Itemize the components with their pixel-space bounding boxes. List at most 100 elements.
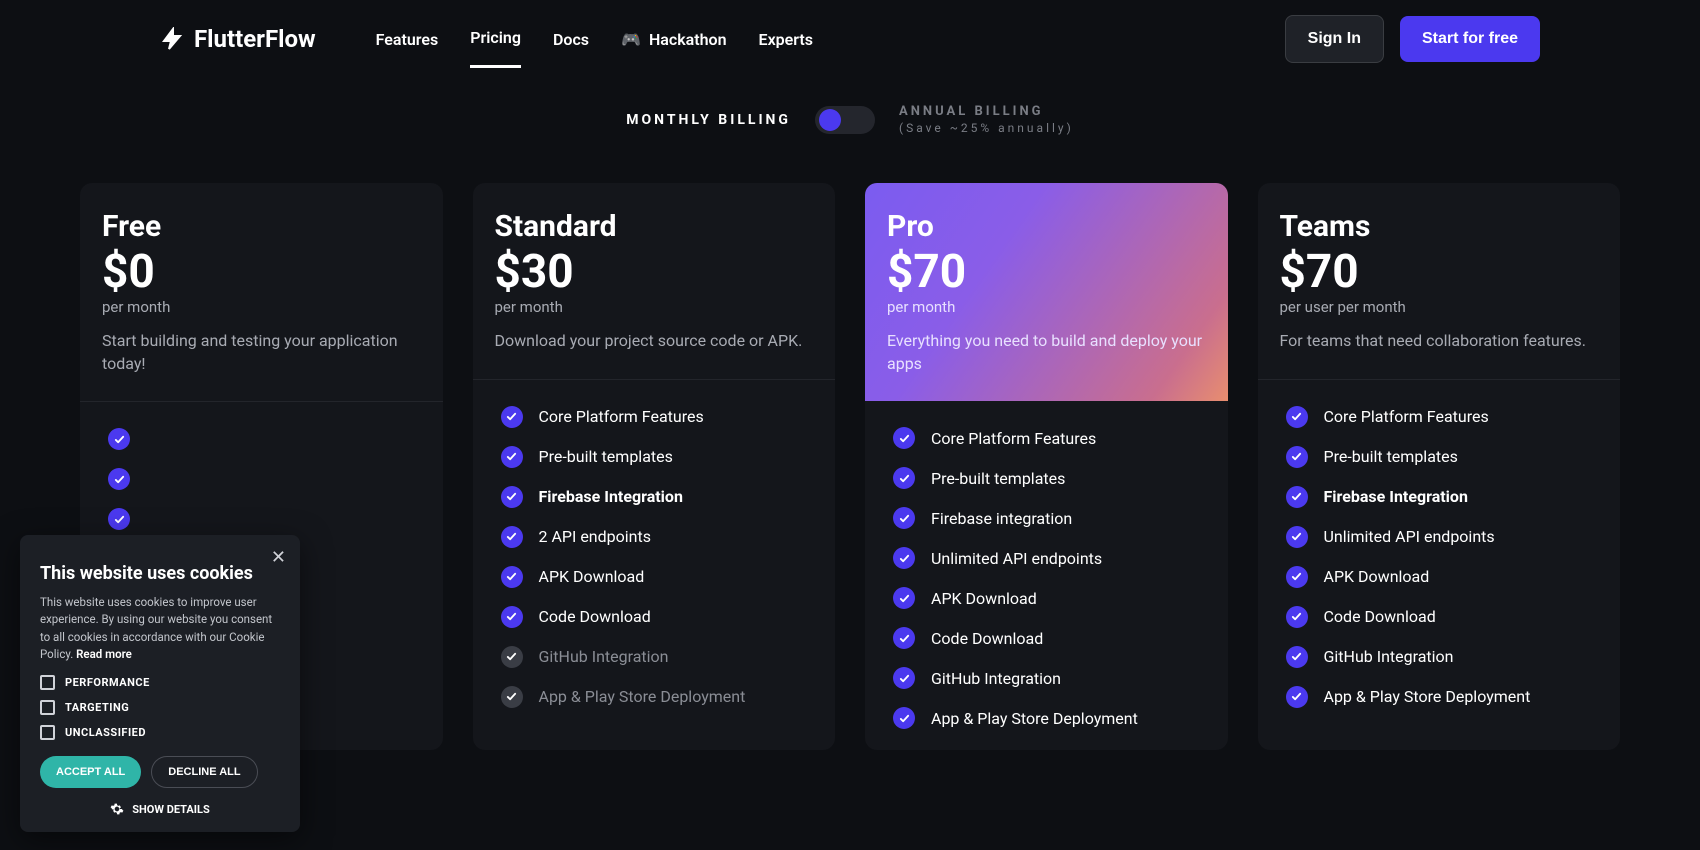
- feature-label: Core Platform Features: [1324, 407, 1489, 426]
- feature-item: Firebase integration: [893, 507, 1206, 529]
- checkbox-icon[interactable]: [40, 725, 55, 740]
- feature-label: Core Platform Features: [539, 407, 704, 426]
- check-icon: [893, 667, 915, 689]
- annual-billing-block: ANNUAL BILLING (Save ~25% annually): [899, 104, 1074, 135]
- brand-logo[interactable]: FlutterFlow: [160, 25, 316, 53]
- checkbox-icon[interactable]: [40, 675, 55, 690]
- nav-features[interactable]: Features: [376, 12, 439, 67]
- feature-item: App & Play Store Deployment: [893, 707, 1206, 729]
- plan-features: Core Platform FeaturesPre-built template…: [865, 401, 1228, 749]
- feature-item: Pre-built templates: [1286, 446, 1599, 468]
- check-icon: [501, 486, 523, 508]
- feature-label: Code Download: [1324, 607, 1436, 626]
- plan-name: Standard: [495, 209, 814, 244]
- cookie-title: This website uses cookies: [40, 563, 280, 584]
- check-icon: [893, 707, 915, 729]
- plan-description: Everything you need to build and deploy …: [887, 330, 1206, 375]
- check-icon: [501, 446, 523, 468]
- billing-toggle[interactable]: [815, 106, 875, 134]
- plan-price: $30: [495, 248, 814, 296]
- feature-item: APK Download: [1286, 566, 1599, 588]
- plan-teams: Teams$70per user per monthFor teams that…: [1258, 183, 1621, 750]
- show-details-label: SHOW DETAILS: [132, 803, 210, 816]
- feature-item: GitHub Integration: [501, 646, 814, 668]
- feature-label: 2 API endpoints: [539, 527, 651, 546]
- plan-period: per user per month: [1280, 298, 1599, 316]
- cookie-opt-unclassified[interactable]: UNCLASSIFIED: [40, 725, 280, 740]
- cookie-body: This website uses cookies to improve use…: [40, 594, 280, 663]
- plan-standard: Standard$30per monthDownload your projec…: [473, 183, 836, 750]
- check-icon: [501, 406, 523, 428]
- plan-features: Core Platform Features Pre-built template…: [473, 380, 836, 728]
- cookie-body-text: This website uses cookies to improve use…: [40, 595, 272, 661]
- cookie-opt-performance[interactable]: PERFORMANCE: [40, 675, 280, 690]
- feature-item: APK Download: [501, 566, 814, 588]
- feature-item: Code Download: [501, 606, 814, 628]
- feature-label: Firebase Integration: [539, 487, 683, 506]
- feature-item: App & Play Store Deployment: [1286, 686, 1599, 708]
- feature-item: GitHub Integration: [1286, 646, 1599, 668]
- checkbox-icon[interactable]: [40, 700, 55, 715]
- check-icon: [893, 547, 915, 569]
- close-icon[interactable]: ✕: [271, 547, 286, 568]
- feature-label: Unlimited API endpoints: [931, 549, 1102, 568]
- feature-item: 2 API endpoints: [501, 526, 814, 548]
- feature-label: Pre-built templates: [539, 447, 673, 466]
- feature-label: Firebase integration: [931, 509, 1072, 528]
- feature-label: GitHub Integration: [931, 669, 1061, 688]
- check-icon: [1286, 486, 1308, 508]
- start-free-button[interactable]: Start for free: [1400, 16, 1540, 62]
- plan-price: $0: [102, 248, 421, 296]
- check-icon: [1286, 646, 1308, 668]
- plan-period: per month: [102, 298, 421, 316]
- feature-item: Firebase Integration: [501, 486, 814, 508]
- plan-name: Teams: [1280, 209, 1599, 244]
- gear-icon: [110, 802, 124, 816]
- plan-period: per month: [495, 298, 814, 316]
- show-details-button[interactable]: SHOW DETAILS: [40, 802, 280, 816]
- plan-header: Free $0 per month Start building and testin…: [80, 183, 443, 402]
- feature-label: GitHub Integration: [1324, 647, 1454, 666]
- decline-all-button[interactable]: DECLINE ALL: [151, 756, 257, 788]
- flutterflow-icon: [160, 27, 184, 51]
- signin-button[interactable]: Sign In: [1285, 15, 1384, 63]
- plan-features: Core Platform Features Pre-built template…: [1258, 380, 1621, 728]
- plan-name: Free: [102, 209, 421, 244]
- accept-all-button[interactable]: ACCEPT ALL: [40, 756, 141, 788]
- check-icon: [1286, 606, 1308, 628]
- feature-item: Code Download: [1286, 606, 1599, 628]
- nav-hackathon-label: Hackathon: [649, 30, 727, 49]
- feature-label: Firebase Integration: [1324, 487, 1468, 506]
- cookie-options: PERFORMANCE TARGETING UNCLASSIFIED: [40, 675, 280, 740]
- plan-description: Start building and testing your applicat…: [102, 330, 421, 375]
- plan-header: Pro$70per monthEverything you need to bu…: [865, 183, 1228, 401]
- feature-item: Core Platform Features: [1286, 406, 1599, 428]
- cookie-opt-performance-label: PERFORMANCE: [65, 676, 150, 689]
- nav-hackathon[interactable]: 🎮 Hackathon: [621, 12, 727, 67]
- nav-experts[interactable]: Experts: [759, 12, 813, 67]
- cookie-opt-targeting[interactable]: TARGETING: [40, 700, 280, 715]
- check-icon: [1286, 566, 1308, 588]
- cookie-readmore-link[interactable]: Read more: [76, 647, 132, 661]
- feature-item: [108, 468, 421, 490]
- check-icon: [501, 646, 523, 668]
- feature-label: Unlimited API endpoints: [1324, 527, 1495, 546]
- check-icon: [893, 427, 915, 449]
- feature-item: GitHub Integration: [893, 667, 1206, 689]
- feature-label: Code Download: [931, 629, 1043, 648]
- annual-billing-label: ANNUAL BILLING: [899, 104, 1074, 119]
- nav-pricing[interactable]: Pricing: [470, 10, 521, 68]
- check-icon: [108, 468, 130, 490]
- check-icon: [1286, 686, 1308, 708]
- feature-label: App & Play Store Deployment: [539, 687, 746, 706]
- feature-label: APK Download: [539, 567, 645, 586]
- plan-price: $70: [1280, 248, 1599, 296]
- feature-label: GitHub Integration: [539, 647, 669, 666]
- cookie-opt-targeting-label: TARGETING: [65, 701, 129, 714]
- plan-header: Teams$70per user per monthFor teams that…: [1258, 183, 1621, 380]
- plan-price: $70: [887, 248, 1206, 296]
- check-icon: [1286, 446, 1308, 468]
- nav-docs[interactable]: Docs: [553, 12, 589, 67]
- feature-item: Firebase Integration: [1286, 486, 1599, 508]
- main-nav: Features Pricing Docs 🎮 Hackathon Expert…: [376, 10, 813, 68]
